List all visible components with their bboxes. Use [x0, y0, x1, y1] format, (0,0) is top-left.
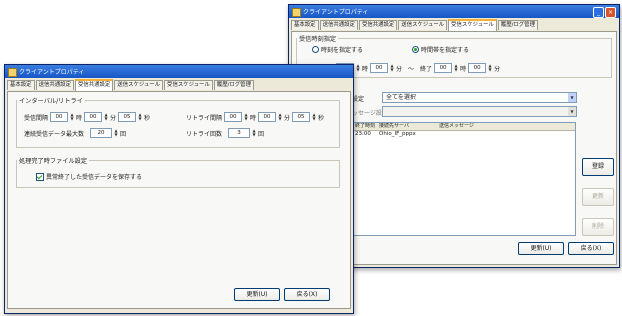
schedule-list[interactable]: 終了時刻 接続先サーバ 送信メッセージ 23:00 Ohio_IF_pppx [352, 122, 576, 236]
spinner-icon[interactable]: ▲ ▼ [138, 113, 142, 121]
tab-basic[interactable]: 基本設定 [7, 80, 35, 90]
chevron-down-icon[interactable]: ▼ [568, 93, 576, 102]
retry-interval-label: リトライ間隔 [186, 114, 223, 122]
cell-end-time: 23:00 [355, 131, 371, 137]
recv-time-legend: 受信時刻指定 [299, 36, 337, 43]
second-unit: 秒 [144, 114, 151, 122]
tab-recv-common[interactable]: 受信共通設定 [74, 79, 114, 91]
start-minute-input[interactable]: 00 [370, 63, 389, 73]
second-unit: 秒 [318, 114, 325, 122]
hour-unit: 時 [460, 65, 467, 73]
tab-send-schedule[interactable]: 送信スケジュール [398, 20, 448, 30]
minute-unit: 分 [396, 65, 403, 73]
hour-unit: 時 [76, 114, 83, 122]
spinner-icon[interactable]: ▲ ▼ [390, 64, 394, 72]
hour-unit: 時 [362, 65, 369, 73]
interval-retry-legend: インターバル/リトライ [19, 98, 83, 105]
end-hour-input[interactable]: 00 [434, 63, 453, 73]
tab-history-log[interactable]: 履歴/ログ管理 [497, 20, 538, 30]
col-message[interactable]: 送信メッセージ [437, 123, 519, 130]
spinner-icon[interactable]: ▲ ▼ [244, 113, 248, 121]
update-row-button[interactable]: 更新 [582, 188, 614, 206]
tab-send-schedule[interactable]: 送信スケジュール [114, 80, 164, 90]
tab-basic[interactable]: 基本設定 [291, 20, 319, 30]
return-button[interactable]: 戻る(X) [284, 288, 330, 301]
radio-specify-time[interactable] [312, 46, 319, 53]
back-update-button[interactable]: 更新(U) [518, 242, 564, 255]
message-select[interactable]: ▼ [382, 106, 577, 117]
spinner-icon[interactable]: ▲ ▼ [488, 64, 492, 72]
app-icon [292, 8, 301, 17]
server-select[interactable]: 全てを選択 ▼ [382, 92, 577, 103]
chevron-down-icon[interactable]: ▼ [568, 107, 576, 116]
interval-retry-group: インターバル/リトライ [16, 96, 340, 148]
spinner-icon[interactable]: ▲ ▼ [454, 64, 458, 72]
minute-unit: 分 [494, 65, 501, 73]
spinner-icon[interactable]: ▲ ▼ [114, 129, 118, 137]
count-unit: 回 [258, 130, 265, 138]
end-minute-input[interactable]: 00 [468, 63, 487, 73]
radio-specify-time-label: 時刻を指定する [321, 47, 364, 54]
retry-count-label: リトライ回数 [186, 130, 223, 138]
max-count-label: 連続受信データ最大数 [24, 130, 85, 138]
spinner-icon[interactable]: ▲ ▼ [278, 113, 282, 121]
recv-interval-hour-input[interactable]: 00 [50, 112, 69, 122]
retry-interval-hour-input[interactable]: 00 [224, 112, 243, 122]
front-window-title: クライアントプロパティ [19, 69, 85, 76]
front-tab-strip: 基本設定 送信共通設定 受信共通設定 送信スケジュール 受信スケジュール 履歴/… [5, 78, 353, 91]
tab-send-common[interactable]: 送信共通設定 [319, 20, 358, 30]
retry-interval-minute-input[interactable]: 00 [258, 112, 277, 122]
spinner-icon[interactable]: ▲ ▼ [104, 113, 108, 121]
register-button[interactable]: 登録 [582, 158, 614, 176]
update-button[interactable]: 更新(U) [234, 288, 280, 301]
server-select-value: 全てを選択 [386, 94, 416, 101]
radio-specify-range[interactable] [412, 46, 419, 53]
recv-interval-label: 受信間隔 [24, 114, 49, 122]
minute-unit: 分 [110, 114, 117, 122]
tab-send-common[interactable]: 送信共通設定 [35, 80, 74, 90]
schedule-list-header: 終了時刻 接続先サーバ 送信メッセージ [353, 123, 575, 131]
spinner-icon[interactable]: ▲ ▼ [70, 113, 74, 121]
tab-recv-schedule[interactable]: 受信スケジュール [448, 19, 497, 31]
spinner-icon[interactable]: ▲ ▼ [312, 113, 316, 121]
front-window-titlebar[interactable]: クライアントプロパティ [5, 65, 353, 78]
completion-file-legend: 処理完了時ファイル設定 [19, 158, 88, 165]
range-separator: ～ [408, 65, 415, 73]
minimize-icon[interactable]: _ [593, 7, 604, 18]
recv-interval-minute-input[interactable]: 00 [84, 112, 103, 122]
col-end-time[interactable]: 終了時刻 [353, 123, 377, 130]
front-tab-panel: インターバル/リトライ 受信間隔 00 ▲ ▼ 時 00 ▲ ▼ 分 05 ▲ ▼ 秒… [7, 91, 351, 309]
tab-recv-schedule[interactable]: 受信スケジュール [164, 80, 213, 90]
save-error-data-checkbox[interactable] [36, 172, 44, 181]
cell-server: Ohio_IF_pppx [379, 131, 416, 137]
front-window: クライアントプロパティ 基本設定 送信共通設定 受信共通設定 送信スケジュール … [4, 64, 354, 314]
hour-unit: 時 [250, 114, 257, 122]
spinner-icon[interactable]: ▲ ▼ [252, 129, 256, 137]
close-icon[interactable]: × [605, 7, 616, 18]
tab-history-log[interactable]: 履歴/ログ管理 [213, 80, 254, 90]
tab-recv-common[interactable]: 受信共通設定 [358, 20, 398, 30]
back-window-titlebar[interactable]: クライアントプロパティ _ × [289, 5, 619, 18]
retry-interval-second-input[interactable]: 05 [292, 112, 311, 122]
max-count-input[interactable]: 20 [90, 128, 113, 138]
count-unit: 回 [120, 130, 127, 138]
spinner-icon[interactable]: ▲ ▼ [356, 64, 360, 72]
app-icon [8, 68, 17, 77]
back-return-button[interactable]: 戻る(X) [568, 242, 614, 255]
radio-specify-range-label: 時間帯を指定する [421, 47, 470, 54]
minute-unit: 分 [284, 114, 291, 122]
retry-count-input[interactable]: 3 [228, 128, 251, 138]
col-server[interactable]: 接続先サーバ [377, 123, 437, 130]
back-tab-strip: 基本設定 送信共通設定 受信共通設定 送信スケジュール 受信スケジュール 履歴/… [289, 18, 619, 31]
delete-row-button[interactable]: 削除 [582, 218, 614, 236]
end-label: 終了 [420, 65, 433, 73]
recv-interval-second-input[interactable]: 05 [118, 112, 137, 122]
table-row[interactable]: 23:00 Ohio_IF_pppx [353, 131, 575, 138]
back-window-title: クライアントプロパティ [303, 9, 369, 16]
save-error-data-label: 異常終了した受信データを保存する [46, 174, 143, 181]
cell-message [437, 131, 519, 138]
